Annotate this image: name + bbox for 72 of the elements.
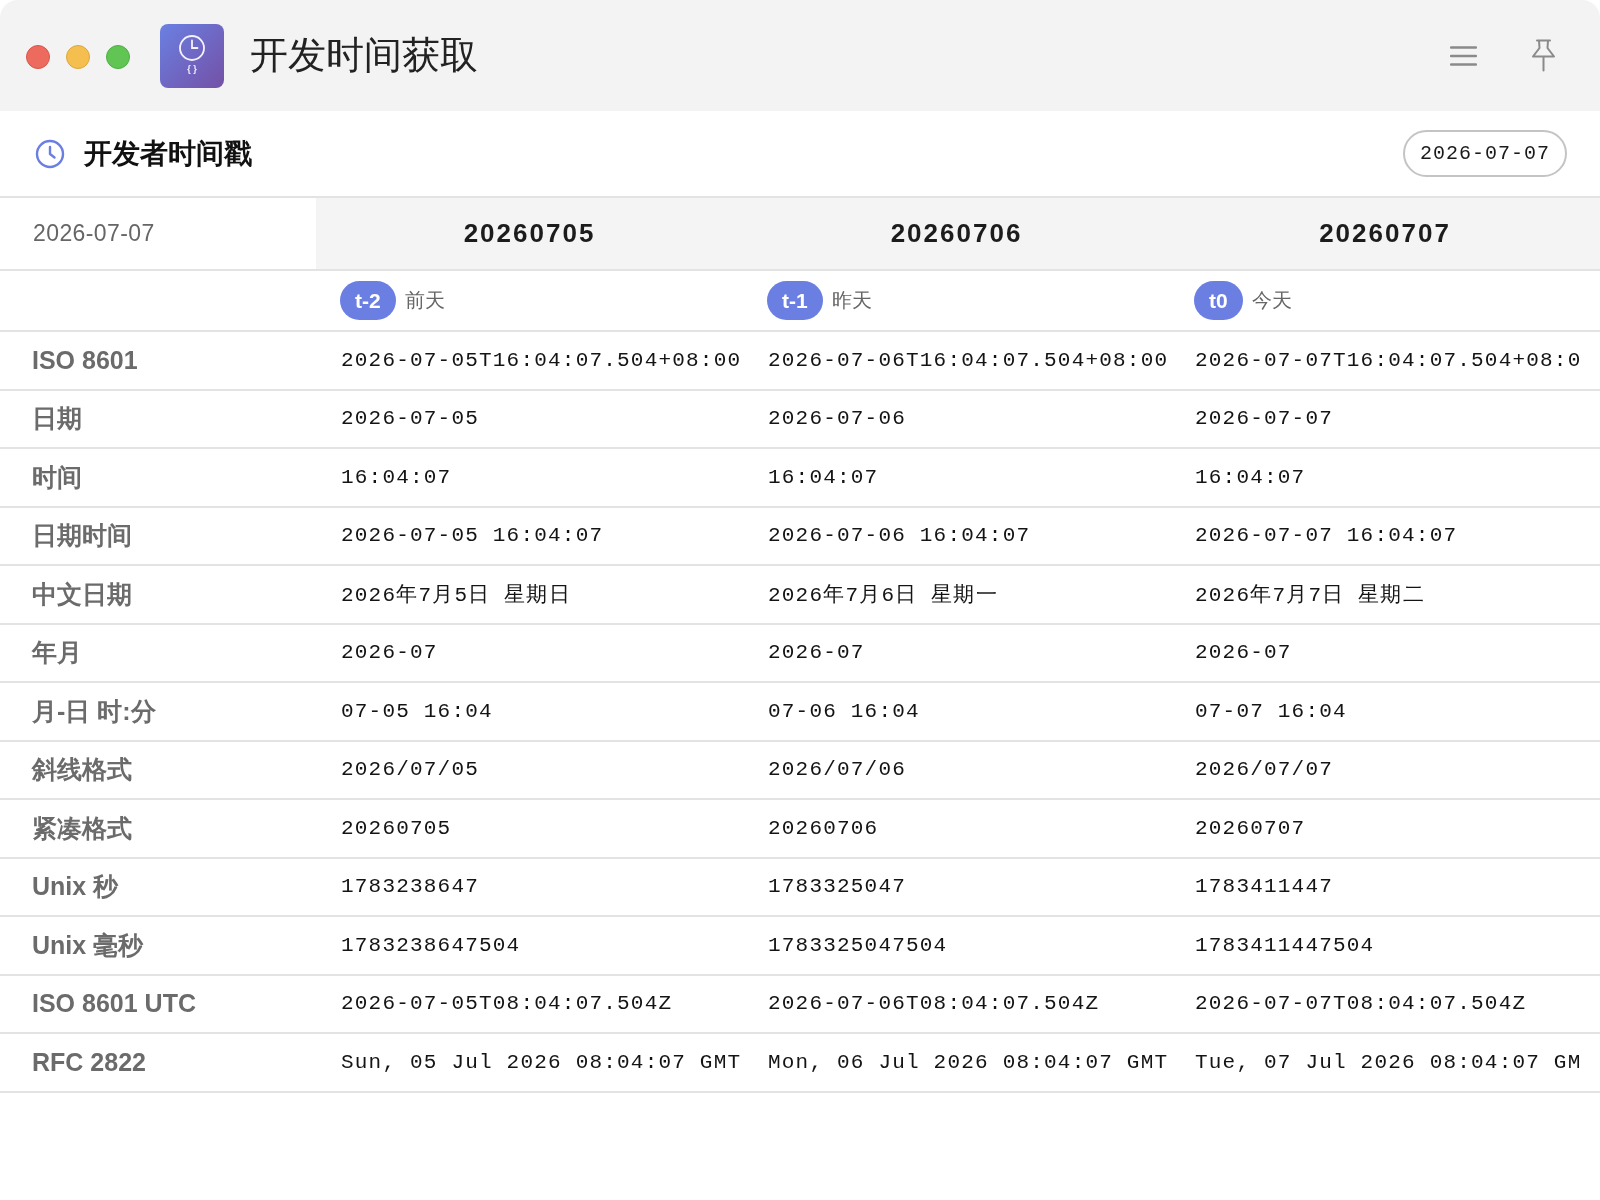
table-cell: 2026-07-07T16:04:07.504+08:0 — [1195, 348, 1582, 372]
close-button[interactable] — [26, 44, 50, 69]
table-cell: 07-06 16:04 — [768, 699, 920, 723]
table-cell: 2026-07 — [341, 641, 438, 665]
table-cell: 1783325047504 — [768, 933, 948, 957]
row-label: 紧凑格式 — [32, 812, 132, 844]
table-cell: 2026-07-06 16:04:07 — [768, 524, 1031, 548]
relative-day-label: 今天 — [1251, 288, 1292, 313]
table-cell: 2026/07/06 — [768, 758, 907, 782]
section-title: 开发者时间戳 — [84, 136, 252, 171]
menu-icon[interactable] — [1450, 45, 1477, 66]
row-label: 日期时间 — [32, 520, 132, 552]
table-cell: 2026/07/05 — [341, 758, 480, 782]
table-cell: 2026-07-05 — [341, 407, 480, 431]
table-cell: 2026-07-06T08:04:07.504Z — [768, 992, 1100, 1016]
column-header: 20260707 — [1170, 198, 1600, 269]
table-cell: Sun, 05 Jul 2026 08:04:07 GMT — [341, 1050, 742, 1074]
table-cell: 2026-07-07T08:04:07.504Z — [1195, 992, 1527, 1016]
relative-day-label: 前天 — [404, 288, 445, 313]
window-title: 开发时间获取 — [250, 33, 478, 78]
row-label: 年月 — [32, 637, 82, 669]
table-cell: 2026-07-05T16:04:07.504+08:00 — [341, 348, 742, 372]
table-cell-text: 2026年7月7日 星期二 — [1195, 583, 1425, 609]
row-label: RFC 2822 — [32, 1047, 146, 1077]
table-cell: 2026-07-05 16:04:07 — [341, 524, 604, 548]
offset-badge: t-2 — [340, 281, 396, 320]
clock-icon — [35, 138, 65, 169]
column-header: 20260706 — [743, 198, 1170, 269]
column-header: 20260705 — [316, 198, 743, 269]
row-label: 日期 — [32, 403, 82, 435]
table-cell: 07-05 16:04 — [341, 699, 493, 723]
row-label: 时间 — [32, 461, 82, 493]
table-cell: 16:04:07 — [341, 465, 452, 489]
reference-date: 2026-07-07 — [33, 220, 155, 247]
table-cell: 1783411447 — [1195, 875, 1334, 899]
row-label: 斜线格式 — [32, 754, 132, 786]
table-cell: 1783325047 — [768, 875, 907, 899]
table-cell: 07-07 16:04 — [1195, 699, 1347, 723]
date-button[interactable]: 2026-07-07 — [1402, 130, 1567, 177]
table-cell: 1783238647 — [341, 875, 480, 899]
table-cell: 16:04:07 — [768, 465, 879, 489]
table-cell: Mon, 06 Jul 2026 08:04:07 GMT — [768, 1050, 1169, 1074]
table-cell: 2026-07 — [768, 641, 865, 665]
offset-badge: t-1 — [767, 281, 823, 320]
table-cell: Tue, 07 Jul 2026 08:04:07 GM — [1195, 1050, 1582, 1074]
table-cell-text: 2026年7月6日 星期一 — [768, 583, 998, 609]
offset-badge: t0 — [1194, 281, 1243, 320]
row-label: Unix 毫秒 — [32, 929, 144, 961]
row-label: 月-日 时:分 — [32, 695, 156, 727]
table-cell: 2026-07-07 16:04:07 — [1195, 524, 1458, 548]
zoom-button[interactable] — [106, 44, 130, 69]
table-cell: 1783238647504 — [341, 933, 521, 957]
table-cell-text: 2026年7月5日 星期日 — [341, 583, 571, 609]
row-label: ISO 8601 UTC — [32, 989, 196, 1019]
pin-icon[interactable] — [1531, 39, 1556, 72]
table-cell: 2026-07 — [1195, 641, 1292, 665]
table-cell: 2026-07-05T08:04:07.504Z — [341, 992, 673, 1016]
app-logo-icon: { } — [160, 23, 224, 88]
table-cell: 1783411447504 — [1195, 933, 1375, 957]
table-cell: 2026-07-06 — [768, 407, 907, 431]
table-cell: 2026-07-06T16:04:07.504+08:00 — [768, 348, 1169, 372]
table-cell: 20260705 — [341, 816, 452, 840]
table-cell: 2026-07-07 — [1195, 407, 1334, 431]
table-cell: 20260707 — [1195, 816, 1306, 840]
table-cell: 16:04:07 — [1195, 465, 1306, 489]
row-label: 中文日期 — [32, 578, 132, 610]
table-cell: 2026/07/07 — [1195, 758, 1334, 782]
minimize-button[interactable] — [66, 44, 90, 69]
table-cell: 20260706 — [768, 816, 879, 840]
row-label: Unix 秒 — [32, 871, 119, 903]
row-label: ISO 8601 — [32, 345, 138, 375]
relative-day-label: 昨天 — [831, 288, 872, 313]
